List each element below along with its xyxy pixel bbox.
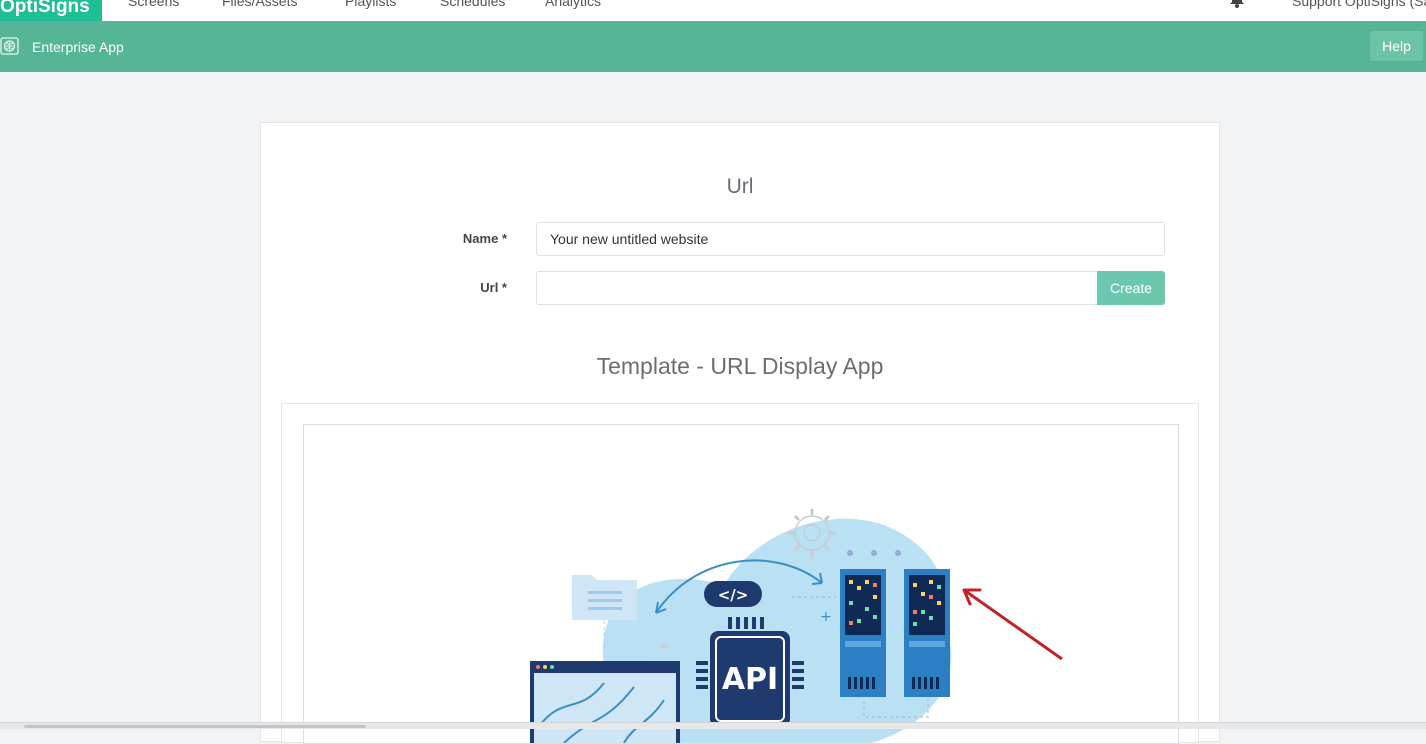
- horizontal-scrollbar[interactable]: [0, 722, 1426, 729]
- annotation-arrow: [962, 588, 1063, 661]
- scrollbar-thumb[interactable]: [24, 725, 366, 728]
